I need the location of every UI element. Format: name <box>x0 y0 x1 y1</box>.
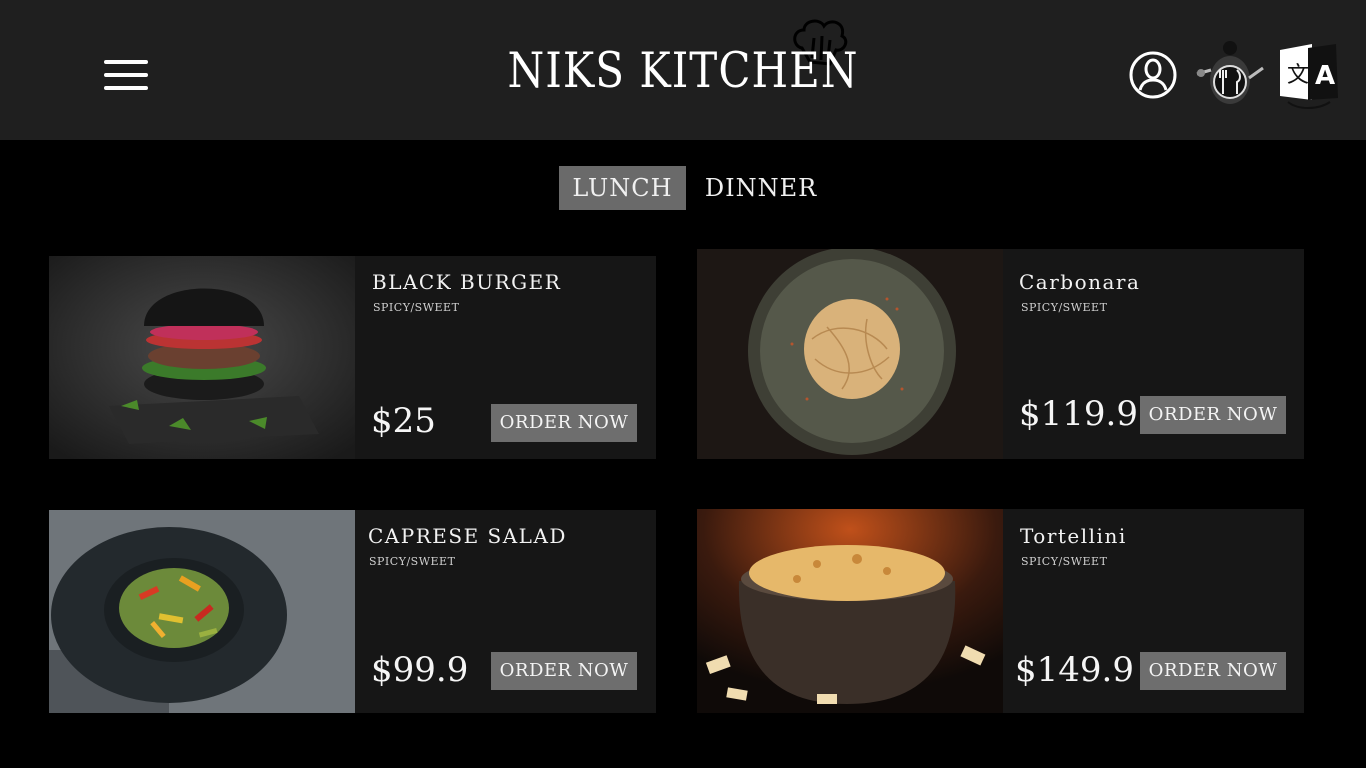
black-burger-photo <box>49 256 355 459</box>
order-now-button[interactable]: ORDER NOW <box>491 404 637 442</box>
item-subtitle: SPICY/SWEET <box>1021 301 1108 314</box>
menu-card-tortellini: Tortellini SPICY/SWEET $149.9 ORDER NOW <box>697 509 1304 713</box>
tab-lunch[interactable]: LUNCH <box>559 166 686 210</box>
item-subtitle: SPICY/SWEET <box>369 555 456 568</box>
menu-card-black-burger: BLACK BURGER SPICY/SWEET $25 ORDER NOW <box>49 256 656 459</box>
tab-dinner[interactable]: DINNER <box>697 166 825 210</box>
order-now-button[interactable]: ORDER NOW <box>1140 652 1286 690</box>
chef-orders-icon[interactable] <box>1193 40 1267 108</box>
menu-card-carbonara: Carbonara SPICY/SWEET $119.9 ORDER NOW <box>697 249 1304 459</box>
order-now-button[interactable]: ORDER NOW <box>491 652 637 690</box>
top-header: NIKS KITCHEN 文 A <box>0 0 1366 140</box>
tortellini-photo <box>697 509 1003 713</box>
item-name: Carbonara <box>1019 270 1141 294</box>
brand-title: NIKS KITCHEN <box>507 42 859 99</box>
item-price: $25 <box>371 401 436 441</box>
brand-logo[interactable]: NIKS KITCHEN <box>480 18 886 128</box>
svg-text:A: A <box>1315 61 1335 91</box>
item-name: CAPRESE SALAD <box>368 524 567 548</box>
order-now-button[interactable]: ORDER NOW <box>1140 396 1286 434</box>
menu-card-caprese-salad: CAPRESE SALAD SPICY/SWEET $99.9 ORDER NO… <box>49 510 656 713</box>
hamburger-menu-icon[interactable] <box>100 52 152 98</box>
item-name: BLACK BURGER <box>372 270 562 294</box>
item-price: $149.9 <box>1015 650 1134 690</box>
item-name: Tortellini <box>1020 524 1127 548</box>
carbonara-photo <box>697 249 1003 459</box>
item-price: $99.9 <box>371 650 469 690</box>
svg-text:文: 文 <box>1287 63 1309 88</box>
user-profile-icon[interactable] <box>1128 50 1178 100</box>
caprese-salad-photo <box>49 510 355 713</box>
language-translate-icon[interactable]: 文 A <box>1278 40 1340 110</box>
item-price: $119.9 <box>1019 394 1138 434</box>
item-subtitle: SPICY/SWEET <box>373 301 460 314</box>
item-subtitle: SPICY/SWEET <box>1021 555 1108 568</box>
